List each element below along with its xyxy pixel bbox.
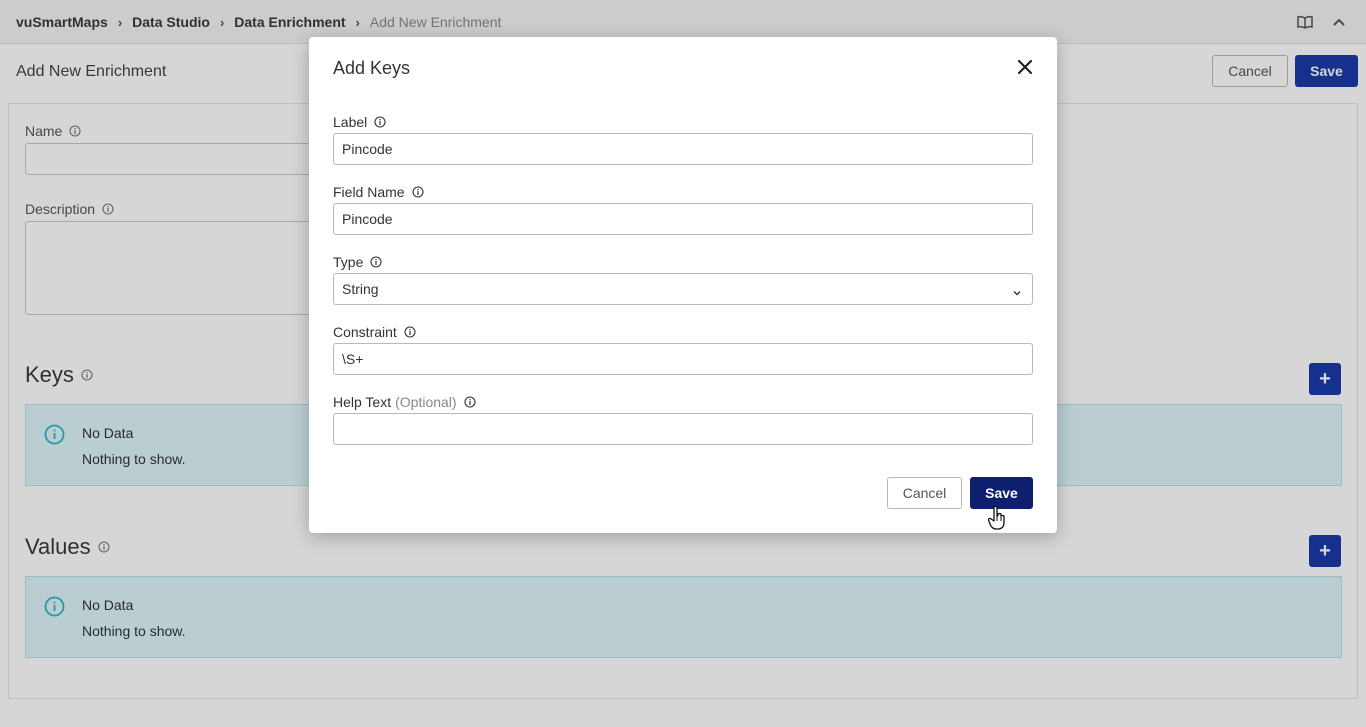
info-icon xyxy=(404,326,416,338)
info-icon xyxy=(412,186,424,198)
help-text-label-text: Help Text xyxy=(333,394,392,410)
type-select-value: String xyxy=(342,281,379,297)
field-name-label-text: Field Name xyxy=(333,184,405,200)
hand-cursor-icon xyxy=(987,505,1007,531)
info-icon xyxy=(464,396,476,408)
dialog-cancel-button[interactable]: Cancel xyxy=(887,477,962,509)
constraint-label-text: Constraint xyxy=(333,324,397,340)
field-name-input[interactable]: Pincode xyxy=(333,203,1033,235)
info-icon xyxy=(374,116,386,128)
help-text-input[interactable] xyxy=(333,413,1033,445)
constraint-label: Constraint xyxy=(333,324,416,340)
label-field-label-text: Label xyxy=(333,114,368,130)
label-field-label: Label xyxy=(333,114,386,130)
chevron-down-icon xyxy=(1012,285,1022,296)
dialog-title: Add Keys xyxy=(333,58,411,78)
field-name-label: Field Name xyxy=(333,184,424,200)
label-input[interactable]: Pincode xyxy=(333,133,1033,165)
info-icon xyxy=(370,256,382,268)
constraint-input[interactable]: \S+ xyxy=(333,343,1033,375)
help-text-label: Help Text (Optional) xyxy=(333,394,476,410)
type-label: Type xyxy=(333,254,382,270)
type-label-text: Type xyxy=(333,254,364,270)
add-keys-dialog: Add Keys Label Pincode Field Name Pincod… xyxy=(309,37,1057,533)
optional-tag: (Optional) xyxy=(395,394,457,410)
type-select[interactable]: String xyxy=(333,273,1033,305)
close-icon[interactable] xyxy=(1016,58,1034,76)
